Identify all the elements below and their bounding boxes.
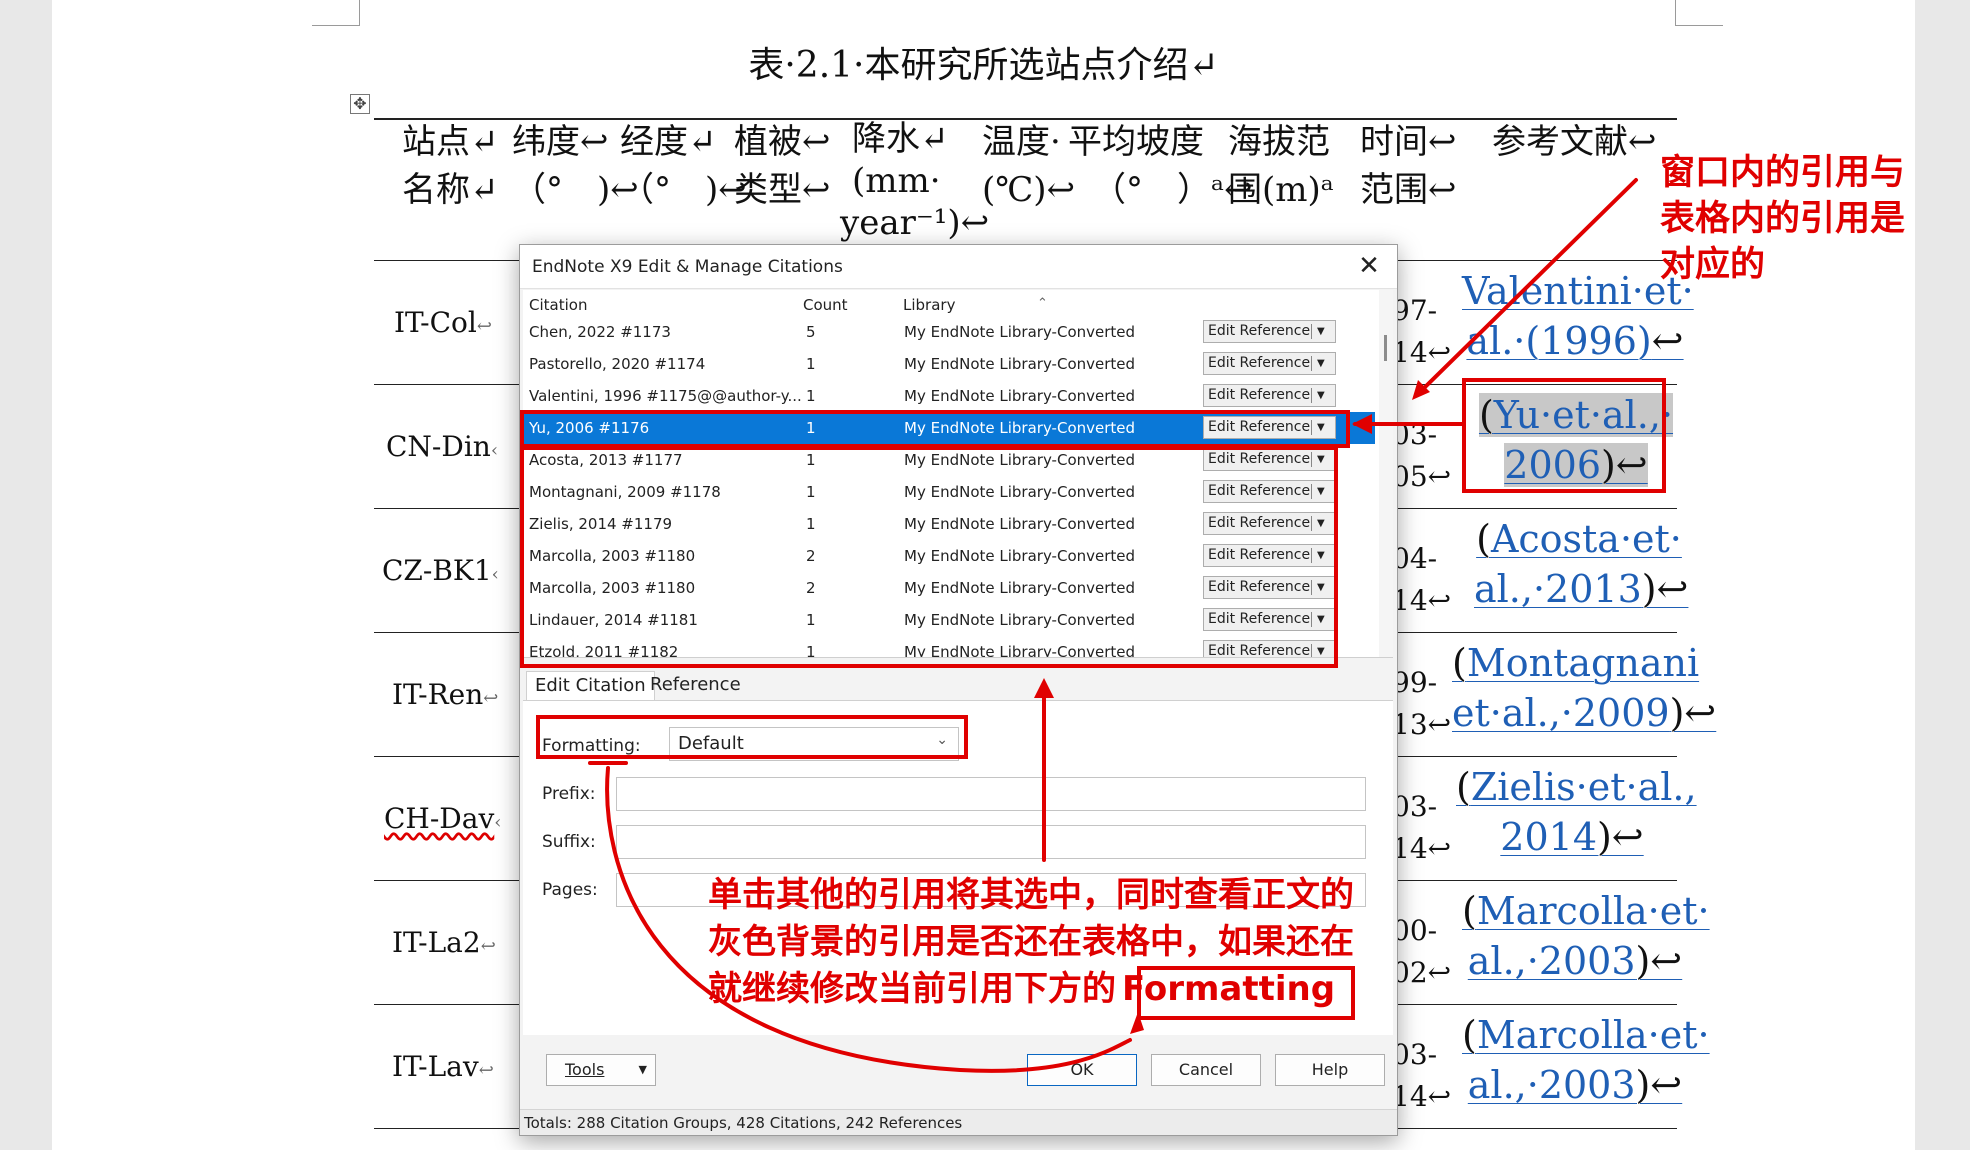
- scrollbar-thumb[interactable]: [1384, 335, 1387, 361]
- table-move-handle-icon[interactable]: ✥: [350, 94, 370, 114]
- time-range: 99-13↩: [1392, 662, 1451, 746]
- dropdown-arrow-icon: ▼: [1317, 385, 1325, 406]
- header-slope: 平均坡度（° ）ᵃ↩: [1068, 118, 1253, 214]
- help-button[interactable]: Help: [1275, 1054, 1385, 1086]
- suffix-input[interactable]: [616, 825, 1366, 859]
- header-precipitation: 降水↵(mm·year⁻¹)↩: [852, 118, 989, 244]
- reference-citation[interactable]: (Marcolla·et·al.,·2003)↩: [1462, 1010, 1688, 1110]
- cancel-button[interactable]: Cancel: [1151, 1054, 1261, 1086]
- pages-label: Pages:: [542, 880, 598, 900]
- header-references: 参考文献↩: [1492, 118, 1657, 166]
- time-range: 03-14↩: [1392, 1034, 1451, 1118]
- reference-citation[interactable]: (Acosta·et·al.,·2013)↩: [1474, 514, 1684, 614]
- annotation-box-formatting: [536, 715, 968, 759]
- citation-row[interactable]: Pastorello, 2020 #1174 1 My EndNote Libr…: [523, 348, 1375, 380]
- citation-list-header: Citation Count Library ⌃: [523, 290, 1373, 316]
- time-range: 04-14↩: [1392, 538, 1451, 622]
- site-name: CN-Din‹: [386, 430, 498, 463]
- close-icon[interactable]: ✕: [1353, 251, 1385, 283]
- annotation-box-table-citation: [1462, 378, 1666, 493]
- crop-mark: [1675, 0, 1723, 26]
- header-time-range: 时间↩范围↩: [1360, 118, 1457, 214]
- tools-button[interactable]: Tools▼: [546, 1054, 656, 1086]
- time-range: 00-02↩: [1392, 910, 1451, 994]
- site-name: CH-Dav‹: [384, 802, 501, 835]
- annotation-note-correspondence: 窗口内的引用与 表格内的引用是 对应的: [1660, 150, 1905, 288]
- edit-reference-button[interactable]: Edit Reference▼: [1203, 352, 1336, 375]
- header-site: 站点↵名称↵: [402, 118, 499, 214]
- annotation-box-selected-citation: [520, 410, 1350, 448]
- site-name: CZ-BK1‹: [382, 554, 499, 587]
- reference-citation[interactable]: (Zielis·et·al.,2014)↩: [1456, 762, 1688, 862]
- reference-citation[interactable]: (Marcolla·et·al.,·2003)↩: [1462, 886, 1688, 986]
- time-range: 03-14↩: [1392, 786, 1451, 870]
- header-temperature: 温度·(℃)↩: [982, 118, 1075, 214]
- tab-reference[interactable]: Reference: [642, 671, 749, 701]
- dropdown-arrow-icon: ▼: [639, 1055, 647, 1085]
- citation-list-scrollbar[interactable]: [1379, 290, 1393, 658]
- suffix-label: Suffix:: [542, 832, 596, 852]
- header-vegetation: 植被↩类型↩: [734, 118, 831, 214]
- column-header-citation[interactable]: Citation: [529, 296, 587, 314]
- dropdown-arrow-icon: ▼: [1317, 353, 1325, 374]
- reference-citation[interactable]: (Montagnaniet·al.,·2009)↩: [1452, 638, 1688, 738]
- column-header-count[interactable]: Count: [803, 296, 848, 314]
- header-altitude: 海拔范围(m)ᵃ: [1228, 118, 1334, 214]
- dropdown-arrow-icon: ▼: [1317, 321, 1325, 342]
- ok-button[interactable]: OK: [1027, 1054, 1137, 1086]
- prefix-label: Prefix:: [542, 784, 596, 804]
- time-range: 97-14↩: [1392, 290, 1451, 374]
- header-longitude: 经度↵（° )↩: [620, 118, 747, 214]
- sort-ascending-icon: ⌃: [1037, 296, 1048, 311]
- annotation-note-instructions: 单击其他的引用将其选中，同时查看正文的 灰色背景的引用是否还在表格中，如果还在 …: [708, 872, 1354, 1013]
- dialog-title: EndNote X9 Edit & Manage Citations: [532, 257, 843, 277]
- site-name: IT-Lav↩: [392, 1050, 494, 1083]
- citation-row[interactable]: Chen, 2022 #1173 5 My EndNote Library-Co…: [523, 316, 1375, 348]
- edit-reference-button[interactable]: Edit Reference▼: [1203, 384, 1336, 407]
- time-range: 03-05↩: [1392, 414, 1451, 498]
- tab-edit-citation[interactable]: Edit Citation: [526, 671, 655, 701]
- reference-citation[interactable]: Valentini·et·al.·(1996)↩: [1462, 266, 1688, 366]
- annotation-box-other-citations: [520, 446, 1338, 668]
- status-bar: Totals: 288 Citation Groups, 428 Citatio…: [520, 1109, 1397, 1135]
- citation-row[interactable]: Valentini, 1996 #1175@@author-y... 1 My …: [523, 380, 1375, 412]
- crop-mark: [312, 0, 360, 26]
- site-name: IT-La2↩: [392, 926, 496, 959]
- table-title: 表·2.1·本研究所选站点介绍↵: [52, 36, 1915, 88]
- prefix-input[interactable]: [616, 777, 1366, 811]
- site-name: IT-Ren↩: [392, 678, 498, 711]
- site-name: IT-Col↩: [394, 306, 492, 339]
- dialog-titlebar: EndNote X9 Edit & Manage Citations ✕: [520, 245, 1397, 289]
- column-header-library[interactable]: Library: [903, 296, 955, 314]
- edit-reference-button[interactable]: Edit Reference▼: [1203, 320, 1336, 343]
